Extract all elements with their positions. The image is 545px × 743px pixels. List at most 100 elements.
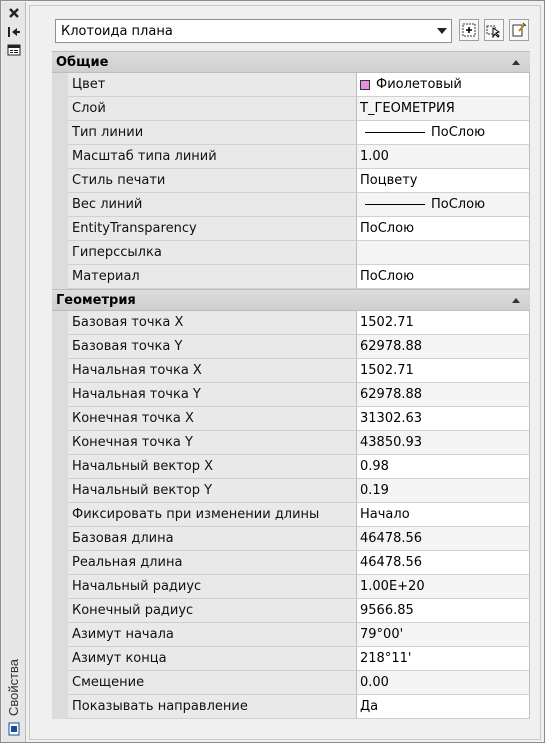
- property-value[interactable]: 62978.88: [357, 383, 530, 407]
- select-objects-button[interactable]: [484, 19, 504, 41]
- category-rows: Цвет Фиолетовый Слой Т_ГЕОМЕТРИЯ Тип линии По…: [52, 73, 530, 289]
- property-row[interactable]: Масштаб типа линий 1.00: [52, 145, 530, 169]
- property-value[interactable]: 1.00E+20: [357, 575, 530, 599]
- property-row[interactable]: Начальная точка Y 62978.88: [52, 383, 530, 407]
- property-value[interactable]: 1.00: [357, 145, 530, 169]
- row-gutter: [52, 73, 68, 97]
- property-value-text: 1.00E+20: [360, 579, 425, 594]
- collapse-icon[interactable]: [512, 60, 520, 65]
- palette-icon[interactable]: [5, 721, 23, 737]
- row-gutter: [52, 335, 68, 359]
- property-value[interactable]: Т_ГЕОМЕТРИЯ: [357, 97, 530, 121]
- property-value[interactable]: Поцвету: [357, 169, 530, 193]
- property-row[interactable]: Конечная точка Y 43850.93: [52, 431, 530, 455]
- property-row[interactable]: Вес линий ПоСлою: [52, 193, 530, 217]
- category-title: Геометрия: [56, 292, 136, 308]
- property-value[interactable]: 46478.56: [357, 527, 530, 551]
- property-value[interactable]: Фиолетовый: [357, 73, 530, 97]
- property-value-text: Да: [360, 699, 379, 714]
- property-value-text: 46478.56: [360, 531, 423, 546]
- line-sample-icon: [365, 204, 425, 205]
- palette-title: Свойства: [6, 658, 22, 716]
- property-value[interactable]: 218°11': [357, 647, 530, 671]
- property-row[interactable]: Конечная точка X 31302.63: [52, 407, 530, 431]
- property-value[interactable]: 0.98: [357, 455, 530, 479]
- property-row[interactable]: Гиперссылка: [52, 241, 530, 265]
- property-row[interactable]: EntityTransparency ПоСлою: [52, 217, 530, 241]
- row-gutter: [52, 311, 68, 335]
- property-value[interactable]: 46478.56: [357, 551, 530, 575]
- property-value[interactable]: 1502.71: [357, 359, 530, 383]
- property-value[interactable]: Да: [357, 695, 530, 719]
- property-value[interactable]: ПоСлою: [357, 121, 530, 145]
- property-value[interactable]: 62978.88: [357, 335, 530, 359]
- quick-select-button[interactable]: [509, 19, 529, 41]
- property-value[interactable]: [357, 241, 530, 265]
- property-row[interactable]: Стиль печати Поцвету: [52, 169, 530, 193]
- property-name: Тип линии: [68, 121, 357, 145]
- property-name: Начальный вектор X: [68, 455, 357, 479]
- row-gutter: [52, 383, 68, 407]
- category-header[interactable]: Общие: [52, 51, 530, 73]
- object-type-select[interactable]: Клотоида плана: [55, 19, 452, 43]
- property-row[interactable]: Азимут конца 218°11': [52, 647, 530, 671]
- property-value[interactable]: 9566.85: [357, 599, 530, 623]
- row-gutter: [52, 671, 68, 695]
- property-name: Конечная точка Y: [68, 431, 357, 455]
- property-row[interactable]: Конечный радиус 9566.85: [52, 599, 530, 623]
- property-value[interactable]: Начало: [357, 503, 530, 527]
- close-icon[interactable]: [5, 5, 23, 21]
- property-row[interactable]: Начальный вектор Y 0.19: [52, 479, 530, 503]
- property-value[interactable]: 0.19: [357, 479, 530, 503]
- property-name: Материал: [68, 265, 357, 289]
- property-value[interactable]: 31302.63: [357, 407, 530, 431]
- property-value-text: 9566.85: [360, 603, 414, 618]
- property-row[interactable]: Базовая точка Y 62978.88: [52, 335, 530, 359]
- property-row[interactable]: Азимут начала 79°00': [52, 623, 530, 647]
- row-gutter: [52, 695, 68, 719]
- property-name: Базовая точка X: [68, 311, 357, 335]
- property-value[interactable]: ПоСлою: [357, 217, 530, 241]
- property-row[interactable]: Начальная точка X 1502.71: [52, 359, 530, 383]
- properties-menu-icon[interactable]: [5, 42, 23, 58]
- property-name: Стиль печати: [68, 169, 357, 193]
- collapse-icon[interactable]: [512, 298, 520, 303]
- property-value-text: 31302.63: [360, 411, 423, 426]
- property-value-text: Поцвету: [360, 173, 418, 188]
- property-row[interactable]: Базовая точка X 1502.71: [52, 311, 530, 335]
- auto-hide-icon[interactable]: [5, 24, 23, 40]
- property-row[interactable]: Фиксировать при изменении длины Начало: [52, 503, 530, 527]
- category-header[interactable]: Геометрия: [52, 289, 530, 311]
- property-value-text: 79°00': [360, 627, 404, 642]
- property-value[interactable]: ПоСлою: [357, 193, 530, 217]
- property-name: Начальный радиус: [68, 575, 357, 599]
- property-row[interactable]: Показывать направление Да: [52, 695, 530, 719]
- property-value[interactable]: 1502.71: [357, 311, 530, 335]
- properties-palette: Свойства Клотоида плана Общие Цвет Фиолето…: [0, 0, 545, 743]
- row-gutter: [52, 575, 68, 599]
- property-value-text: 62978.88: [360, 339, 423, 354]
- property-value[interactable]: 0.00: [357, 671, 530, 695]
- property-row[interactable]: Начальный радиус 1.00E+20: [52, 575, 530, 599]
- property-value-text: 62978.88: [360, 387, 423, 402]
- row-gutter: [52, 647, 68, 671]
- property-name: Показывать направление: [68, 695, 357, 719]
- property-value[interactable]: ПоСлою: [357, 265, 530, 289]
- property-name: Начальный вектор Y: [68, 479, 357, 503]
- property-value[interactable]: 43850.93: [357, 431, 530, 455]
- property-row[interactable]: Тип линии ПоСлою: [52, 121, 530, 145]
- property-row[interactable]: Смещение 0.00: [52, 671, 530, 695]
- property-row[interactable]: Базовая длина 46478.56: [52, 527, 530, 551]
- color-swatch-icon: [360, 79, 370, 90]
- property-value[interactable]: 79°00': [357, 623, 530, 647]
- property-row[interactable]: Начальный вектор X 0.98: [52, 455, 530, 479]
- toggle-pickadd-button[interactable]: [459, 19, 479, 41]
- property-value-text: ПоСлою: [431, 125, 486, 140]
- property-row[interactable]: Слой Т_ГЕОМЕТРИЯ: [52, 97, 530, 121]
- property-row[interactable]: Цвет Фиолетовый: [52, 73, 530, 97]
- property-row[interactable]: Реальная длина 46478.56: [52, 551, 530, 575]
- row-gutter: [52, 407, 68, 431]
- property-row[interactable]: Материал ПоСлою: [52, 265, 530, 289]
- property-name: Начальная точка X: [68, 359, 357, 383]
- property-name: Фиксировать при изменении длины: [68, 503, 357, 527]
